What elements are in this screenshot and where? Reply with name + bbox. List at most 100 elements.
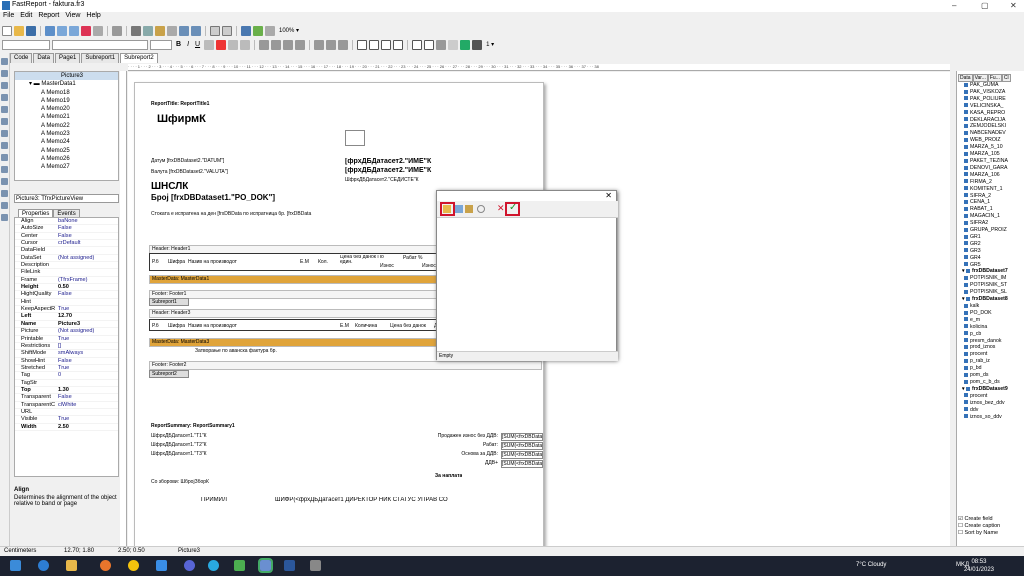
property-row[interactable]: Center False xyxy=(15,233,118,241)
field-item[interactable]: PO_DOK xyxy=(962,310,1024,317)
field-item[interactable]: MARZA_5_10 xyxy=(962,144,1024,151)
memo-osnova[interactable]: Основа за ДДВ: xyxy=(398,451,498,457)
property-value[interactable] xyxy=(58,269,118,275)
field-item[interactable]: KOMITENT_1 xyxy=(962,186,1024,193)
band-footer2[interactable]: Footer: Footer2 xyxy=(149,361,542,370)
dataset-node[interactable]: ▾ frxDBDataset7 xyxy=(962,268,1024,275)
new-page-icon[interactable] xyxy=(57,25,67,36)
field-item[interactable]: p_cb xyxy=(962,331,1024,338)
memo-small[interactable] xyxy=(345,130,365,146)
property-value[interactable]: True xyxy=(58,336,118,342)
property-row[interactable]: Left 12.70 xyxy=(15,313,118,321)
firefox-icon[interactable] xyxy=(100,560,111,571)
property-row[interactable]: Picture (Not assigned) xyxy=(15,328,118,336)
data-field-list[interactable]: PAK_GUMA PAK_VISKOZA PAK_POLIURE VELICINSKA… xyxy=(962,82,1024,502)
dialog-close-icon[interactable]: ✕ xyxy=(605,191,612,200)
property-value[interactable]: False xyxy=(58,394,118,400)
tree-item[interactable]: A Memo22 xyxy=(15,122,118,130)
tree-item[interactable]: A Memo21 xyxy=(15,113,118,121)
property-value[interactable]: False xyxy=(58,233,118,239)
insert-band-icon[interactable] xyxy=(1,118,8,125)
field-item[interactable]: GR4 xyxy=(962,255,1024,262)
tab-subreport2[interactable]: Subreport2 xyxy=(120,53,158,63)
property-value[interactable]: [] xyxy=(58,343,118,349)
property-value[interactable] xyxy=(58,380,118,386)
menu-report[interactable]: Report xyxy=(35,12,62,19)
field-item[interactable]: DEKLARACIJA xyxy=(962,117,1024,124)
subreport-object-icon[interactable] xyxy=(1,154,8,161)
frame-top-icon[interactable] xyxy=(357,39,368,50)
menu-help[interactable]: Help xyxy=(83,12,103,19)
preview-icon[interactable] xyxy=(45,25,55,36)
fit-grid-icon[interactable] xyxy=(265,25,275,36)
field-item[interactable]: VELICINSKA_ xyxy=(962,103,1024,110)
paste-picture-icon[interactable] xyxy=(465,205,473,213)
property-row[interactable]: FileLink xyxy=(15,269,118,277)
frame-none-icon[interactable] xyxy=(424,39,435,50)
subreport1-object[interactable]: Subreport1 xyxy=(149,298,189,306)
field-item[interactable]: p_rab_iz xyxy=(962,358,1024,365)
property-value[interactable]: False xyxy=(58,291,118,297)
property-row[interactable]: Top 1.30 xyxy=(15,387,118,395)
property-value[interactable]: Picture3 xyxy=(58,321,118,327)
frame-left-icon[interactable] xyxy=(381,39,392,50)
field-item[interactable]: pom_c_b_ds xyxy=(962,379,1024,386)
tab-subreport1[interactable]: Subreport1 xyxy=(81,53,120,63)
font-size-combo[interactable] xyxy=(150,39,172,50)
dataset-node[interactable]: ▾ frxDBDataset9 xyxy=(962,386,1024,393)
property-row[interactable]: TagStr xyxy=(15,380,118,387)
align-justify-icon[interactable] xyxy=(295,39,306,50)
property-value[interactable] xyxy=(58,299,118,305)
object-combo[interactable]: Picture3: TfrxPictureView xyxy=(14,194,119,203)
memo-sum4[interactable]: [SUM(<frxDBDatas xyxy=(501,460,543,468)
field-item[interactable]: WEB_PROIZ xyxy=(962,137,1024,144)
tab-data[interactable]: Data xyxy=(33,53,55,63)
field-item[interactable]: procent xyxy=(962,351,1024,358)
property-row[interactable]: Tag 0 xyxy=(15,372,118,380)
menu-file[interactable]: File xyxy=(0,12,17,19)
tab-classes[interactable]: Cl xyxy=(1001,74,1011,82)
property-value[interactable]: True xyxy=(58,365,118,371)
frame-right-icon[interactable] xyxy=(393,39,404,50)
word-icon[interactable] xyxy=(284,560,295,571)
copy-format-icon[interactable] xyxy=(167,25,177,36)
property-row[interactable]: Align baNone xyxy=(15,218,118,226)
field-item[interactable]: PAK_GUMA xyxy=(962,82,1024,89)
shadow-icon[interactable] xyxy=(436,39,447,50)
memo-ddv[interactable]: ДДВ+ xyxy=(398,460,498,466)
property-row[interactable]: Cursor crDefault xyxy=(15,240,118,248)
copy-icon[interactable] xyxy=(143,25,153,36)
weather-widget[interactable]: 7°C Cloudy xyxy=(856,562,886,568)
memo-sedis[interactable]: ШфрxДБДатасет2."СЕДИСТЕ"К xyxy=(345,177,465,183)
property-value[interactable]: 1.30 xyxy=(58,387,118,393)
picture-object-icon[interactable] xyxy=(1,142,8,149)
memo-t1[interactable]: ШфрxДБДатасет1."Т1"К xyxy=(151,433,207,439)
align-center-icon[interactable] xyxy=(271,39,282,50)
tab-data-tree[interactable]: Data xyxy=(958,74,973,82)
chrome-icon[interactable] xyxy=(128,560,139,571)
memo-primil[interactable]: ПРИМИЛ xyxy=(201,497,227,503)
field-item[interactable]: GR3 xyxy=(962,248,1024,255)
cut-icon[interactable] xyxy=(131,25,141,36)
clock[interactable]: 08:53 24/01/2023 xyxy=(964,558,994,574)
tab-functions[interactable]: Fu... xyxy=(987,74,1002,82)
property-value[interactable]: 12.70 xyxy=(58,313,118,319)
app-icon-blue[interactable] xyxy=(156,560,167,571)
property-row[interactable]: Transparent False xyxy=(15,394,118,402)
field-item[interactable]: MARZA_106 xyxy=(962,172,1024,179)
tree-item[interactable]: A Memo19 xyxy=(15,97,118,105)
firm-name[interactable]: ШфирмК xyxy=(157,113,206,125)
copy-picture-icon[interactable] xyxy=(455,205,463,213)
text-tool-icon[interactable] xyxy=(1,94,8,101)
field-item[interactable]: iznos_bez_ddv xyxy=(962,400,1024,407)
app-icon-green[interactable] xyxy=(234,560,245,571)
report-tree[interactable]: Picture3 ▾ ▬ MasterData1 A Memo18 A Memo… xyxy=(14,71,119,181)
property-row[interactable]: DataSet (Not assigned) xyxy=(15,255,118,263)
align-left-icon[interactable] xyxy=(259,39,270,50)
property-row[interactable]: URL xyxy=(15,409,118,417)
system-text-icon[interactable] xyxy=(1,166,8,173)
field-item[interactable]: kolicina xyxy=(962,324,1024,331)
frame-style-icon[interactable] xyxy=(472,39,483,50)
group-icon[interactable] xyxy=(210,25,220,36)
property-value[interactable]: True xyxy=(58,306,118,312)
